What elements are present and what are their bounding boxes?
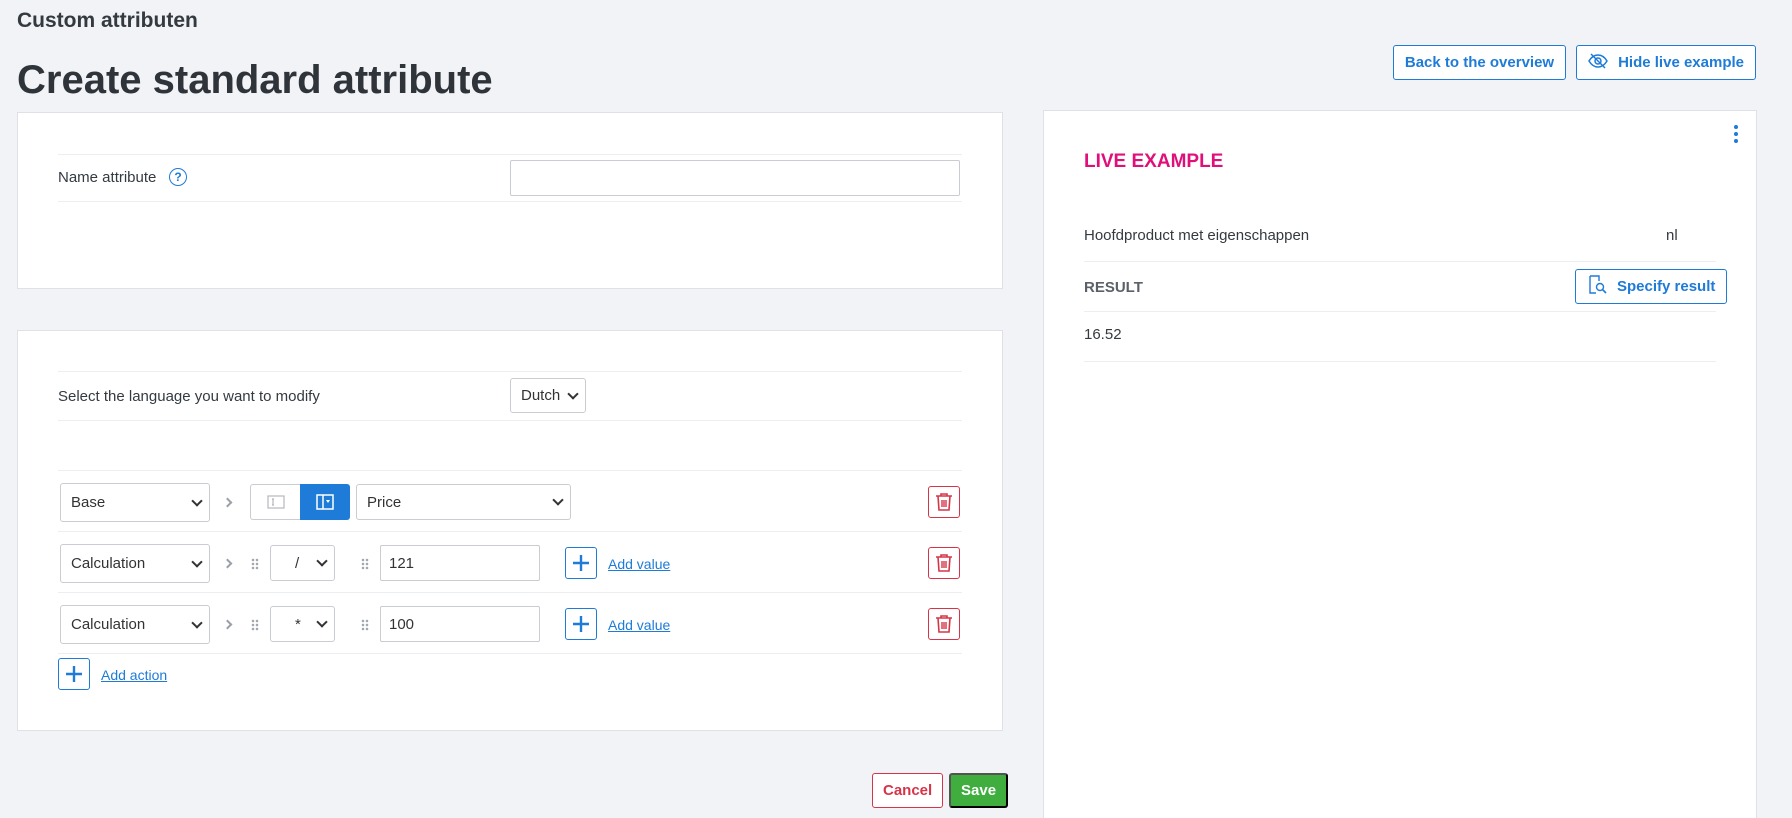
chevron-right-icon — [222, 497, 233, 508]
field-select-icon — [316, 494, 334, 510]
add-value-button[interactable] — [565, 608, 597, 640]
name-attribute-label: Name attribute — [58, 169, 157, 186]
divider — [58, 531, 962, 532]
plus-icon — [66, 666, 82, 682]
save-button[interactable]: Save — [949, 773, 1009, 808]
divider — [58, 653, 962, 654]
rule-type-value: Calculation — [71, 555, 146, 572]
result-value: 16.52 — [1084, 326, 1122, 343]
text-field-icon — [266, 495, 285, 509]
toggle-field-mode-button[interactable] — [300, 484, 350, 520]
drag-handle-icon[interactable] — [251, 619, 259, 631]
name-attribute-card: Name attribute ? — [17, 112, 1003, 289]
chevron-down-icon — [567, 387, 579, 400]
add-action-button[interactable] — [58, 658, 90, 690]
top-actions: Back to the overview Hide live example — [1392, 45, 1756, 80]
plus-icon — [573, 616, 589, 632]
live-example-title: LIVE EXAMPLE — [1084, 151, 1224, 172]
operator-value: * — [295, 615, 301, 633]
divider — [1084, 311, 1716, 312]
eye-slash-icon — [1588, 52, 1608, 73]
search-document-icon — [1587, 274, 1607, 299]
chevron-down-icon — [191, 555, 203, 568]
specify-result-button[interactable]: Specify result — [1575, 269, 1728, 304]
chevron-down-icon — [316, 555, 328, 567]
divider — [58, 371, 962, 372]
rule-type-select[interactable]: Calculation — [60, 544, 210, 583]
rule-type-select[interactable]: Calculation — [60, 605, 210, 644]
result-label: RESULT — [1084, 279, 1143, 296]
help-icon[interactable]: ? — [169, 168, 187, 186]
language-select[interactable]: Dutch — [510, 378, 586, 413]
divider — [58, 201, 962, 202]
drag-handle-icon[interactable] — [251, 558, 259, 570]
trash-icon — [936, 554, 952, 572]
add-value-link[interactable]: Add value — [608, 556, 670, 572]
language-label: Select the language you want to modify — [58, 388, 320, 405]
back-to-overview-button[interactable]: Back to the overview — [1392, 45, 1567, 80]
delete-rule-button[interactable] — [928, 608, 960, 640]
trash-icon — [936, 493, 952, 511]
field-select-value: Price — [367, 493, 402, 511]
add-value-button[interactable] — [565, 547, 597, 579]
hide-live-example-button[interactable]: Hide live example — [1576, 45, 1756, 80]
more-options-icon[interactable] — [1734, 125, 1738, 143]
chevron-down-icon — [552, 494, 564, 506]
live-product-name: Hoofdproduct met eigenschappen — [1084, 227, 1310, 244]
rule-type-select[interactable]: Base — [60, 483, 210, 522]
field-select[interactable]: Price — [356, 484, 571, 520]
divider — [1084, 361, 1716, 362]
live-example-panel: LIVE EXAMPLE Hoofdproduct met eigenschap… — [1043, 110, 1757, 818]
chevron-down-icon — [316, 616, 328, 628]
rule-type-value: Calculation — [71, 616, 146, 633]
rules-card: Select the language you want to modify D… — [17, 330, 1003, 731]
breadcrumb: Custom attributen — [17, 9, 198, 32]
value-mode-toggle — [250, 484, 350, 520]
trash-icon — [936, 615, 952, 633]
drag-handle-icon[interactable] — [361, 558, 369, 570]
page-title: Create standard attribute — [17, 58, 493, 102]
chevron-right-icon — [222, 558, 233, 569]
add-action-link[interactable]: Add action — [101, 667, 167, 683]
divider — [58, 420, 962, 421]
name-attribute-input[interactable] — [510, 160, 960, 196]
value-input[interactable] — [380, 606, 540, 642]
divider — [58, 154, 962, 155]
toggle-text-mode-button[interactable] — [250, 484, 300, 520]
hide-live-example-label: Hide live example — [1618, 54, 1744, 71]
language-select-value: Dutch — [521, 387, 561, 404]
chevron-right-icon — [222, 619, 233, 630]
delete-rule-button[interactable] — [928, 486, 960, 518]
chevron-down-icon — [191, 494, 203, 507]
operator-value: / — [295, 554, 300, 572]
specify-result-label: Specify result — [1617, 278, 1716, 295]
operator-select[interactable]: / — [270, 545, 335, 581]
back-to-overview-label: Back to the overview — [1404, 54, 1555, 71]
live-language-code: nl — [1666, 227, 1678, 244]
operator-select[interactable]: * — [270, 606, 335, 642]
drag-handle-icon[interactable] — [361, 619, 369, 631]
value-input[interactable] — [380, 545, 540, 581]
add-value-link[interactable]: Add value — [608, 617, 670, 633]
cancel-button[interactable]: Cancel — [872, 773, 944, 808]
divider — [1084, 261, 1716, 262]
divider — [58, 592, 962, 593]
delete-rule-button[interactable] — [928, 547, 960, 579]
divider — [58, 470, 962, 471]
rule-type-value: Base — [71, 494, 106, 511]
plus-icon — [573, 555, 589, 571]
chevron-down-icon — [191, 616, 203, 629]
